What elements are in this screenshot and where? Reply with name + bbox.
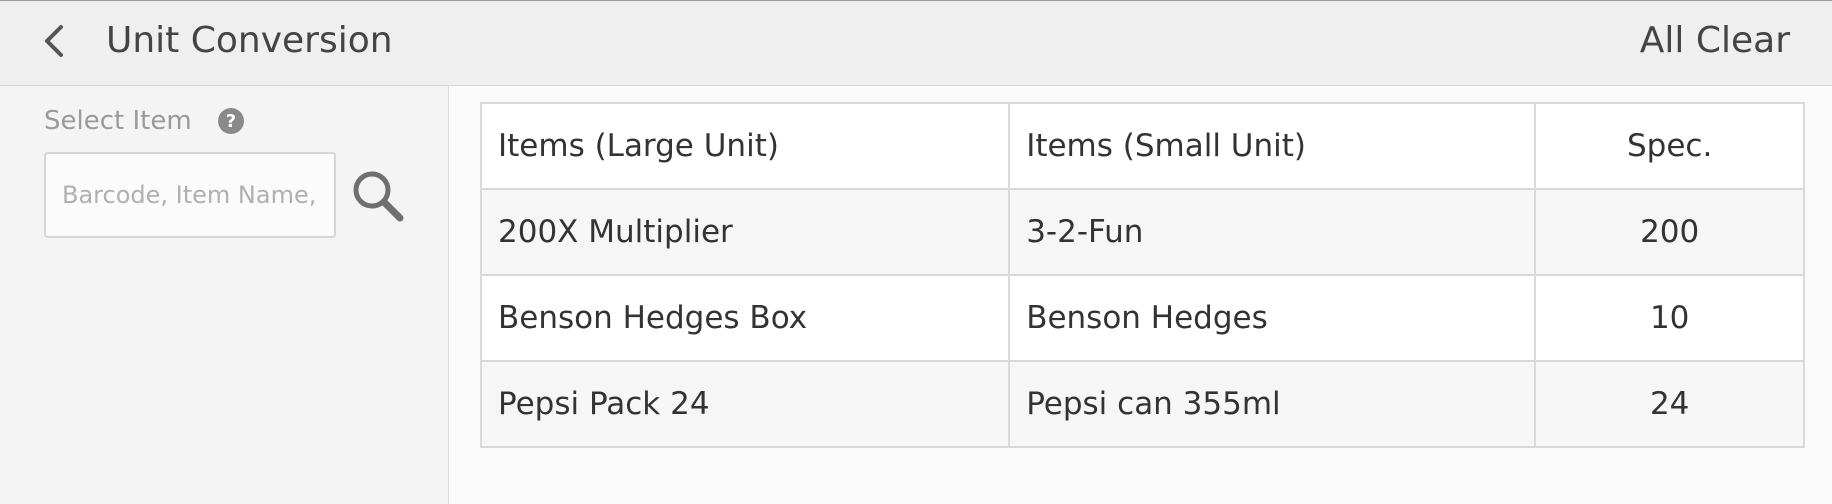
table-row[interactable]: 200X Multiplier 3-2-Fun 200 — [479, 188, 1805, 276]
cell-spec: 200 — [1534, 188, 1805, 276]
cell-small-unit: 3-2-Fun — [1008, 188, 1537, 276]
table-header-row: Items (Large Unit) Items (Small Unit) Sp… — [479, 102, 1805, 190]
cell-large-unit: Pepsi Pack 24 — [479, 360, 1011, 448]
conversion-table: Items (Large Unit) Items (Small Unit) Sp… — [479, 102, 1805, 448]
cell-large-unit: Benson Hedges Box — [479, 274, 1011, 362]
back-button[interactable] — [36, 19, 72, 63]
chevron-left-icon — [45, 25, 63, 57]
conversion-table-container: Items (Large Unit) Items (Small Unit) Sp… — [479, 102, 1805, 448]
cell-spec: 24 — [1534, 360, 1805, 448]
search-icon[interactable] — [350, 168, 406, 224]
top-bar: Unit Conversion All Clear — [0, 0, 1832, 86]
cell-spec: 10 — [1534, 274, 1805, 362]
cell-small-unit: Benson Hedges — [1008, 274, 1537, 362]
cell-large-unit: 200X Multiplier — [479, 188, 1011, 276]
question-circle-icon[interactable]: ? — [217, 107, 245, 135]
page-title: Unit Conversion — [106, 20, 393, 61]
item-select-panel: Select Item ? — [0, 86, 449, 504]
table-row[interactable]: Pepsi Pack 24 Pepsi can 355ml 24 — [479, 360, 1805, 448]
table-row[interactable]: Benson Hedges Box Benson Hedges 10 — [479, 274, 1805, 362]
header-large-unit: Items (Large Unit) — [479, 102, 1011, 190]
select-item-label: Select Item — [44, 106, 192, 136]
header-small-unit: Items (Small Unit) — [1008, 102, 1537, 190]
all-clear-button[interactable]: All Clear — [1640, 19, 1790, 63]
svg-text:?: ? — [226, 111, 236, 132]
item-search-input[interactable] — [44, 152, 336, 238]
header-spec: Spec. — [1534, 102, 1805, 190]
cell-small-unit: Pepsi can 355ml — [1008, 360, 1537, 448]
